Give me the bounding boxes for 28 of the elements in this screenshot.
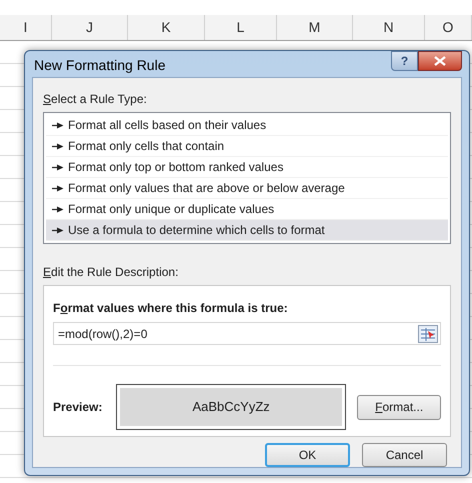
help-button[interactable]: ? — [391, 51, 418, 71]
column-header[interactable]: M — [277, 15, 353, 40]
close-button[interactable] — [418, 51, 462, 71]
column-header[interactable]: I — [0, 15, 52, 40]
range-selector-icon[interactable] — [418, 324, 438, 342]
dialog-button[interactable]: Cancel — [362, 443, 447, 467]
close-icon — [434, 56, 446, 66]
column-header[interactable]: J — [52, 15, 128, 40]
section-label: Edit the Rule Description: — [43, 264, 180, 281]
column-header[interactable]: N — [353, 15, 425, 40]
preview-sample: AaBbCcYyZz — [192, 398, 270, 416]
dialog-button[interactable]: OK — [265, 443, 350, 467]
window-title: New Formatting Rule — [34, 56, 166, 75]
preview-label: Preview: — [53, 399, 104, 416]
column-header[interactable]: L — [205, 15, 277, 40]
formula-field[interactable]: =mod(row(),2)=0 — [53, 322, 441, 345]
section-label: Select a Rule Type: — [43, 91, 148, 108]
arrow-icon — [52, 122, 64, 128]
column-header[interactable]: K — [128, 15, 205, 40]
field-label: Format values where this formula is true: — [53, 300, 289, 317]
arrow-icon — [52, 226, 64, 234]
rule-type-item[interactable]: Use a formula to determine which cells to format — [46, 220, 448, 241]
column-header[interactable]: O — [425, 15, 472, 40]
arrow-icon — [52, 142, 64, 150]
arrow-icon — [52, 184, 64, 192]
arrow-icon — [52, 164, 64, 170]
format-button[interactable]: Format... — [357, 394, 441, 420]
arrow-icon — [52, 206, 64, 212]
